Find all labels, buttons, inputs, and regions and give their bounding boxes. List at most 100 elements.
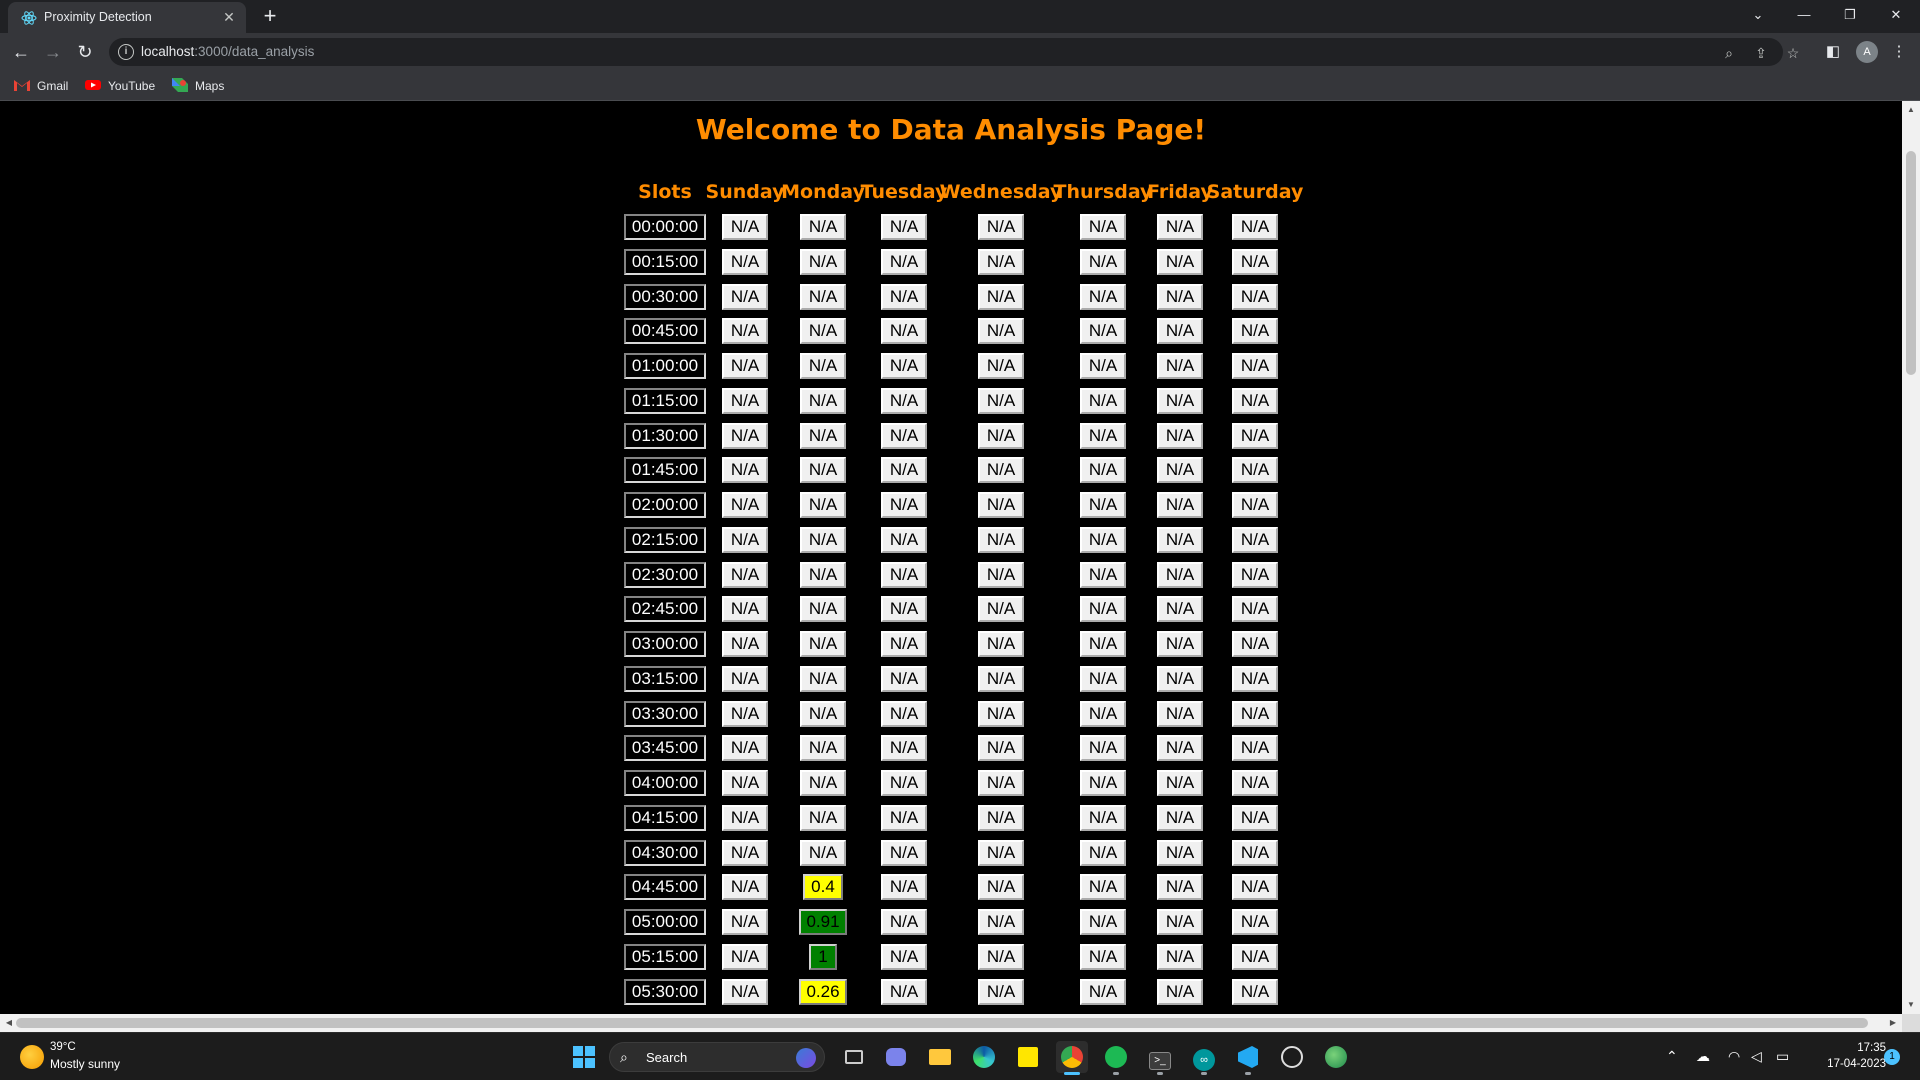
value-cell-wednesday: N/A (978, 596, 1024, 622)
site-info-icon[interactable]: i (118, 44, 134, 60)
close-tab-icon[interactable]: ✕ (220, 8, 238, 26)
scrollbar-corner (1902, 1014, 1920, 1032)
value-cell-tuesday: N/A (881, 701, 927, 727)
value-cell-sunday: N/A (722, 318, 768, 344)
value-cell-saturday: N/A (1232, 284, 1278, 310)
sticky-notes-icon[interactable] (1012, 1041, 1044, 1073)
forward-button[interactable]: → (40, 39, 66, 65)
minimize-button[interactable]: — (1781, 0, 1827, 30)
notification-badge[interactable]: 1 (1884, 1049, 1900, 1065)
battery-icon[interactable]: ▭ (1776, 1048, 1789, 1065)
vertical-scroll-thumb[interactable] (1906, 151, 1916, 375)
bookmark-gmail[interactable]: Gmail (14, 77, 68, 95)
vertical-scrollbar[interactable]: ▲ ▼ (1902, 101, 1920, 1014)
value-cell-wednesday: N/A (978, 423, 1024, 449)
value-cell-monday: N/A (800, 388, 846, 414)
bookmark-maps[interactable]: Maps (172, 77, 224, 95)
value-cell-monday: N/A (800, 527, 846, 553)
weather-condition[interactable]: Mostly sunny (50, 1057, 120, 1071)
value-cell-thursday: N/A (1080, 318, 1126, 344)
chevron-up-icon[interactable]: ⌃ (1666, 1048, 1678, 1065)
bookmark-label: Gmail (37, 79, 69, 93)
value-cell-saturday: N/A (1232, 249, 1278, 275)
value-cell-sunday: N/A (722, 631, 768, 657)
github-icon[interactable] (1276, 1041, 1308, 1073)
scroll-right-icon[interactable]: ▶ (1886, 1014, 1900, 1032)
spotify-icon[interactable] (1100, 1041, 1132, 1075)
taskbar-search-box[interactable]: ⌕ Search (609, 1042, 825, 1072)
value-cell-thursday: N/A (1080, 701, 1126, 727)
reload-button[interactable]: ↻ (72, 39, 98, 65)
value-cell-wednesday: N/A (978, 353, 1024, 379)
value-cell-wednesday: N/A (978, 284, 1024, 310)
vscode-icon[interactable] (1232, 1041, 1264, 1075)
value-cell-wednesday: N/A (978, 979, 1024, 1005)
scroll-up-icon[interactable]: ▲ (1902, 103, 1920, 117)
horizontal-scroll-thumb[interactable] (16, 1018, 1868, 1028)
bookmark-youtube[interactable]: YouTube (85, 77, 155, 95)
slot-time-cell: 05:30:00 (624, 979, 706, 1005)
slot-time-cell: 03:30:00 (624, 701, 706, 727)
value-cell-monday: N/A (800, 284, 846, 310)
terminal-icon[interactable]: >_ (1144, 1041, 1176, 1075)
value-cell-thursday: N/A (1080, 979, 1126, 1005)
weather-sun-icon[interactable] (20, 1045, 44, 1069)
horizontal-scrollbar[interactable]: ◀ ▶ (0, 1014, 1902, 1032)
browser-tab-active[interactable]: Proximity Detection ✕ (8, 2, 246, 33)
value-cell-thursday: N/A (1080, 874, 1126, 900)
value-cell-monday: N/A (800, 805, 846, 831)
search-icon: ⌕ (620, 1049, 628, 1065)
weather-temperature[interactable]: 39°C (50, 1041, 76, 1053)
back-button[interactable]: ← (8, 39, 34, 65)
new-tab-button[interactable]: + (259, 4, 281, 28)
address-bar[interactable]: i localhost:3000/data_analysis ⌕ ⇪ ☆ (109, 38, 1799, 66)
windows-start-icon[interactable] (568, 1041, 600, 1073)
zoom-icon[interactable]: ⌕ (1720, 44, 1738, 62)
chrome-icon[interactable] (1056, 1041, 1088, 1075)
value-cell-tuesday: N/A (881, 770, 927, 796)
bookmark-star-icon[interactable]: ☆ (1784, 44, 1802, 62)
slot-time-cell: 05:15:00 (624, 944, 706, 970)
value-cell-saturday: N/A (1232, 527, 1278, 553)
restore-button[interactable]: ❐ (1827, 0, 1873, 30)
value-cell-monday: N/A (800, 562, 846, 588)
clock-time[interactable]: 17:35 (1836, 1042, 1886, 1054)
teams-icon[interactable] (880, 1041, 912, 1073)
onedrive-cloud-icon[interactable]: ☁ (1696, 1048, 1710, 1065)
value-cell-tuesday: N/A (881, 562, 927, 588)
value-cell-friday: N/A (1157, 770, 1203, 796)
slot-time-cell: 03:15:00 (624, 666, 706, 692)
close-window-button[interactable]: ✕ (1873, 0, 1919, 30)
side-panel-icon[interactable]: ◧ (1822, 41, 1844, 63)
value-cell-sunday: N/A (722, 874, 768, 900)
globe-icon[interactable] (1320, 1041, 1352, 1073)
wifi-icon[interactable]: ◠ (1728, 1048, 1740, 1065)
share-icon[interactable]: ⇪ (1752, 44, 1770, 62)
value-cell-saturday: N/A (1232, 805, 1278, 831)
volume-icon[interactable]: ◁ (1751, 1048, 1762, 1065)
edge-icon[interactable] (968, 1041, 1000, 1073)
clock-date[interactable]: 17-04-2023 (1810, 1058, 1886, 1070)
value-cell-monday: N/A (800, 318, 846, 344)
bing-icon[interactable] (796, 1048, 816, 1068)
menu-kebab-icon[interactable]: ⋮ (1888, 41, 1910, 63)
value-cell-wednesday: N/A (978, 805, 1024, 831)
value-cell-sunday: N/A (722, 735, 768, 761)
tab-search-icon[interactable]: ⌄ (1735, 0, 1781, 30)
slot-time-cell: 02:00:00 (624, 492, 706, 518)
value-cell-monday: N/A (800, 631, 846, 657)
task-view-icon[interactable] (838, 1041, 870, 1073)
scroll-left-icon[interactable]: ◀ (2, 1014, 16, 1032)
browser-toolbar: ← → ↻ i localhost:3000/data_analysis ⌕ ⇪… (0, 33, 1920, 71)
value-cell-tuesday: N/A (881, 874, 927, 900)
arduino-icon[interactable]: ∞ (1188, 1041, 1220, 1075)
slot-time-cell: 03:00:00 (624, 631, 706, 657)
value-cell-saturday: N/A (1232, 596, 1278, 622)
value-cell-tuesday: N/A (881, 353, 927, 379)
scroll-down-icon[interactable]: ▼ (1902, 998, 1920, 1012)
file-explorer-icon[interactable] (924, 1041, 956, 1073)
column-header-thursday: Thursday (1053, 181, 1153, 203)
value-cell-saturday: N/A (1232, 353, 1278, 379)
profile-avatar[interactable]: A (1856, 41, 1878, 63)
value-cell-friday: N/A (1157, 944, 1203, 970)
